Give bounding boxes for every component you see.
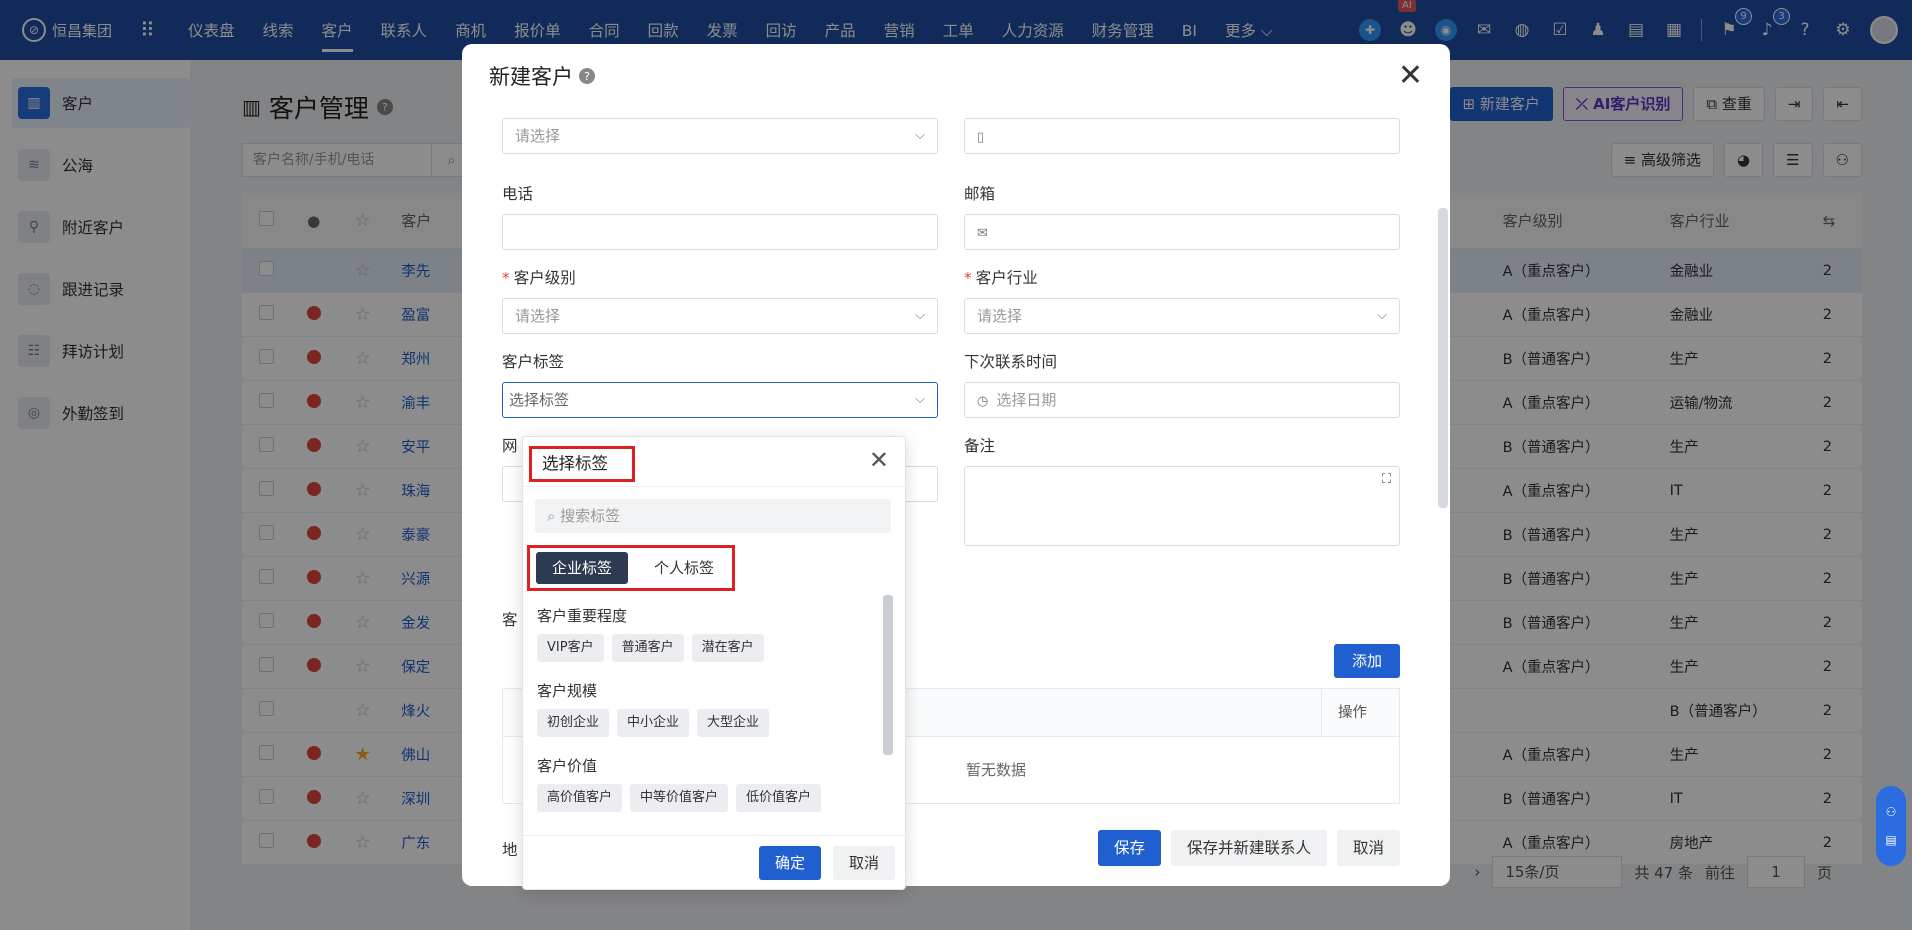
source-placeholder: 请选择 [515,127,561,145]
tag-chip-group: 初创企业 中小企业 大型企业 [537,709,877,737]
level-select[interactable]: 请选择 ⌵ [502,298,938,334]
tag-tab-0[interactable]: 企业标签 [536,552,629,584]
tags-label: 客户标签 [502,353,565,371]
chevron-down-icon: ⌵ [915,128,925,143]
tag-chip[interactable]: 大型企业 [697,709,770,737]
chevron-down-icon: ⌵ [915,392,925,407]
modal-title: 新建客户 ? [489,61,595,91]
floating-tools[interactable]: ⚇ ▤ [1876,786,1906,866]
tag-group-title: 客户价值 [537,757,598,775]
phone-field: 电话 [502,182,938,250]
tag-picker-footer: 确定 取消 [523,835,905,889]
email-input[interactable]: ✉ [964,214,1400,250]
add-button[interactable]: 添加 [1334,644,1400,678]
modal-header: 新建客户 ? ✕ [462,44,1450,108]
tag-picker-header: 选择标签 ✕ [523,437,905,487]
tag-chip-group: 高价值客户 中等价值客户 低价值客户 [537,784,877,812]
industry-label-text: 客户行业 [975,269,1038,287]
save-button[interactable]: 保存 [1097,830,1161,866]
cancel-button[interactable]: 取消 [832,845,895,880]
industry-placeholder: 请选择 [977,307,1023,325]
remark-label: 备注 [964,437,996,455]
modal-title-text: 新建客户 [489,65,573,89]
mail-icon: ✉ [977,226,988,241]
close-icon[interactable]: ✕ [1398,61,1423,91]
tag-list-scrollbar[interactable] [883,595,893,755]
confirm-button[interactable]: 确定 [758,845,821,880]
note-icon[interactable]: ▤ [1885,833,1896,847]
save-new-contact-button[interactable]: 保存并新建联系人 [1170,830,1327,866]
share-icon[interactable]: ⚇ [1886,805,1897,819]
mobile-icon: ▯ [977,130,985,145]
email-label: 邮箱 [964,185,996,203]
level-field: * 客户级别 请选择 ⌵ [502,266,938,334]
tag-chip[interactable]: 低价值客户 [736,784,822,812]
industry-label: * 客户行业 [964,269,1038,287]
tag-group-title: 客户规模 [537,682,598,700]
industry-field: * 客户行业 请选择 ⌵ [964,266,1400,334]
mobile-input[interactable]: ▯ [964,118,1400,154]
help-icon[interactable]: ? [579,68,595,84]
chevron-down-icon: ⌵ [915,308,925,323]
next-contact-field: 下次联系时间 ◷ 选择日期 [964,350,1400,418]
tag-chip[interactable]: 高价值客户 [537,784,623,812]
tag-search-placeholder: 搜索标签 [560,507,621,525]
date-placeholder: 选择日期 [996,391,1057,409]
email-field: 邮箱 ✉ [964,182,1400,250]
tag-chip[interactable]: 中小企业 [617,709,690,737]
tag-tab-1[interactable]: 个人标签 [638,552,730,584]
level-label: * 客户级别 [502,269,576,287]
cancel-button[interactable]: 取消 [1336,830,1400,866]
mobile-field: ▯ [964,118,1400,154]
source-select[interactable]: 请选择 ⌵ [502,118,938,154]
clock-icon: ◷ [977,394,989,409]
remark-textarea[interactable]: ⛶ [964,466,1400,546]
expand-icon[interactable]: ⛶ [1382,472,1391,487]
tag-picker-title: 选择标签 [529,446,635,482]
tag-chip[interactable]: VIP客户 [537,634,604,662]
tag-group-title: 客户重要程度 [537,607,628,625]
level-label-text: 客户级别 [513,269,576,287]
phone-label: 电话 [502,185,534,203]
tag-chip[interactable]: 初创企业 [537,709,610,737]
tag-chip[interactable]: 中等价值客户 [630,784,729,812]
tag-search-input[interactable]: ⌕ 搜索标签 [535,499,891,533]
next-contact-date[interactable]: ◷ 选择日期 [964,382,1400,418]
next-contact-label: 下次联系时间 [964,353,1058,371]
close-icon[interactable]: ✕ [869,446,889,474]
source-field: 请选择 ⌵ [502,118,938,154]
remark-field: 备注 ⛶ [964,434,1400,546]
tag-chip[interactable]: 潜在客户 [691,634,764,662]
tags-field: 客户标签 选择标签 ⌵ [502,350,938,418]
op-column: 操作 [1321,689,1399,737]
industry-select[interactable]: 请选择 ⌵ [964,298,1400,334]
tags-select[interactable]: 选择标签 ⌵ [502,382,938,418]
modal-scrollbar[interactable] [1438,208,1448,508]
tag-tabs: 企业标签 个人标签 [527,545,735,591]
tag-group-list: 客户重要程度 VIP客户 普通客户 潜在客户客户规模初创企业 中小企业 大型企业客户价值高… [537,605,877,827]
chevron-down-icon: ⌵ [1377,308,1387,323]
tags-placeholder: 选择标签 [509,391,570,409]
contact-section-label: 客 [502,611,518,629]
tag-chip-group: VIP客户 普通客户 潜在客户 [537,634,877,662]
tag-chip[interactable]: 普通客户 [611,634,684,662]
level-placeholder: 请选择 [515,307,561,325]
phone-input[interactable] [502,214,938,250]
tag-picker-popup: 选择标签 ✕ ⌕ 搜索标签 企业标签 个人标签 客户重要程度 VIP客户 普通客户 潜在… [522,436,906,890]
